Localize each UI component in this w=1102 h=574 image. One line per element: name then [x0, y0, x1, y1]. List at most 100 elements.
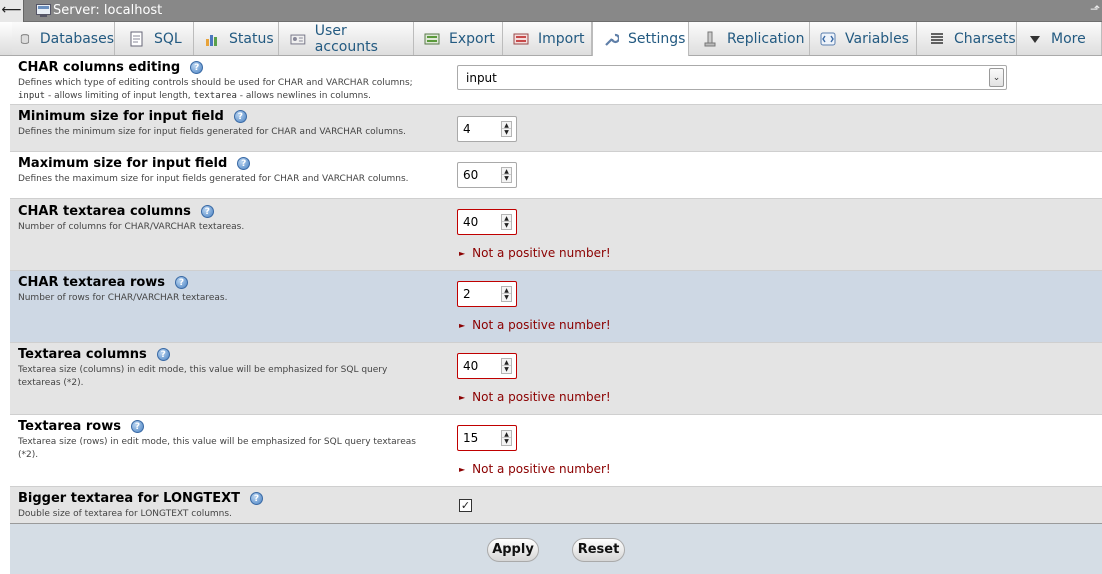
setting-row-char-editing: CHAR columns editing? Defines which type… — [10, 57, 1102, 105]
tab-label: Status — [229, 30, 274, 47]
chevron-down-icon[interactable]: ⌄ — [989, 68, 1004, 87]
spin-up-icon[interactable]: ▲ — [502, 215, 511, 222]
user-accounts-icon — [290, 34, 306, 44]
spin-down-icon[interactable]: ▼ — [502, 294, 511, 301]
tab-label: Settings — [628, 31, 686, 47]
tab-label: Charsets — [954, 30, 1016, 47]
replication-icon — [704, 31, 716, 46]
tab-label: Export — [449, 30, 495, 47]
spin-down-icon[interactable]: ▼ — [502, 175, 511, 182]
min-size-input[interactable]: 4 ▲ ▼ — [457, 116, 517, 142]
import-icon — [513, 33, 529, 44]
tab-settings[interactable]: Settings — [592, 22, 689, 56]
spin-up-icon[interactable]: ▲ — [502, 168, 511, 175]
server-title-bar: ⟵ Server: localhost ⬏ — [0, 0, 1102, 22]
textarea-rows-input[interactable]: 15 ▲ ▼ — [457, 425, 517, 451]
max-size-input[interactable]: 60 ▲ ▼ — [457, 162, 517, 188]
help-icon[interactable]: ? — [200, 205, 214, 218]
setting-row-char-textarea-columns: CHAR textarea columns? Number of columns… — [10, 199, 1102, 271]
input-value: 2 — [463, 287, 471, 301]
spin-up-icon[interactable]: ▲ — [502, 122, 511, 129]
tab-import[interactable]: Import — [503, 22, 592, 55]
char-editing-select[interactable]: input ⌄ — [457, 65, 1007, 90]
longtext-checkbox[interactable]: ✓ — [459, 499, 472, 512]
apply-button[interactable]: Apply — [487, 538, 539, 562]
setting-description: Defines which type of editing controls s… — [18, 78, 413, 101]
error-bullet-icon: ► — [459, 393, 466, 402]
char-textarea-columns-input[interactable]: 40 ▲ ▼ — [457, 209, 517, 235]
setting-description: Number of rows for CHAR/VARCHAR textarea… — [18, 293, 228, 303]
error-bullet-icon: ► — [459, 465, 466, 474]
tab-label: SQL — [154, 30, 182, 47]
setting-description: Defines the maximum size for input field… — [18, 174, 409, 184]
help-icon[interactable]: ? — [237, 157, 251, 170]
spin-down-icon[interactable]: ▼ — [502, 222, 511, 229]
setting-row-textarea-rows: Textarea rows? Textarea size (rows) in e… — [10, 415, 1102, 487]
setting-title: Bigger textarea for LONGTEXT? — [18, 491, 264, 506]
tab-user-accounts[interactable]: User accounts — [279, 22, 414, 55]
help-icon[interactable]: ? — [156, 348, 170, 361]
spin-down-icon[interactable]: ▼ — [502, 366, 511, 373]
setting-title: Textarea rows? — [18, 419, 144, 434]
tab-more[interactable]: More — [1017, 22, 1102, 55]
char-textarea-rows-input[interactable]: 2 ▲ ▼ — [457, 281, 517, 307]
variables-icon — [820, 32, 836, 45]
spin-down-icon[interactable]: ▼ — [502, 129, 511, 136]
export-icon — [424, 33, 440, 44]
spin-up-icon[interactable]: ▲ — [502, 359, 511, 366]
tab-status[interactable]: Status — [194, 22, 279, 55]
server-icon — [36, 4, 51, 17]
spin-down-icon[interactable]: ▼ — [502, 438, 511, 445]
error-bullet-icon: ► — [459, 249, 466, 258]
input-value: 40 — [463, 359, 479, 373]
validation-error: ► Not a positive number! — [459, 318, 611, 332]
spinner-arrows[interactable]: ▲ ▼ — [501, 167, 512, 183]
tab-replication[interactable]: Replication — [689, 22, 810, 55]
setting-description: Textarea size (rows) in edit mode, this … — [18, 437, 416, 460]
spinner-arrows[interactable]: ▲ ▼ — [501, 214, 512, 230]
database-icon — [20, 33, 30, 44]
tab-label: Import — [538, 30, 585, 47]
collapse-icon[interactable]: ⬏ — [1090, 2, 1100, 16]
setting-description: Number of columns for CHAR/VARCHAR texta… — [18, 222, 245, 232]
setting-title: CHAR textarea columns? — [18, 204, 214, 219]
tab-sql[interactable]: SQL — [115, 22, 194, 55]
tab-variables[interactable]: Variables — [810, 22, 917, 55]
validation-error: ► Not a positive number! — [459, 462, 611, 476]
spin-up-icon[interactable]: ▲ — [502, 431, 511, 438]
spinner-arrows[interactable]: ▲ ▼ — [501, 286, 512, 302]
tab-charsets[interactable]: Charsets — [917, 22, 1017, 55]
setting-title: CHAR columns editing? — [18, 60, 204, 75]
reset-button[interactable]: Reset — [572, 538, 625, 562]
wrench-icon — [605, 33, 619, 46]
setting-description: Textarea size (columns) in edit mode, th… — [18, 365, 388, 388]
textarea-columns-input[interactable]: 40 ▲ ▼ — [457, 353, 517, 379]
server-breadcrumb[interactable]: Server: localhost — [53, 3, 162, 18]
tab-databases[interactable]: Databases — [12, 22, 115, 55]
status-chart-icon — [206, 34, 217, 46]
setting-row-max-size: Maximum size for input field? Defines th… — [10, 152, 1102, 199]
tab-label: More — [1051, 30, 1086, 47]
help-icon[interactable]: ? — [175, 276, 189, 289]
tab-label: Replication — [727, 30, 805, 47]
setting-description: Defines the minimum size for input field… — [18, 127, 406, 137]
input-value: 60 — [463, 168, 479, 182]
input-value: 15 — [463, 431, 479, 445]
charsets-icon — [931, 32, 943, 44]
spinner-arrows[interactable]: ▲ ▼ — [501, 430, 512, 446]
help-icon[interactable]: ? — [233, 110, 247, 123]
select-value: input — [466, 71, 497, 85]
help-icon[interactable]: ? — [190, 61, 204, 74]
setting-title: Minimum size for input field? — [18, 109, 247, 124]
tab-export[interactable]: Export — [414, 22, 503, 55]
spinner-arrows[interactable]: ▲ ▼ — [501, 121, 512, 137]
help-icon[interactable]: ? — [130, 420, 144, 433]
spinner-arrows[interactable]: ▲ ▼ — [501, 358, 512, 374]
setting-row-min-size: Minimum size for input field? Defines th… — [10, 105, 1102, 152]
setting-row-textarea-columns: Textarea columns? Textarea size (columns… — [10, 343, 1102, 415]
back-arrow-icon[interactable]: ⟵ — [0, 0, 24, 22]
help-icon[interactable]: ? — [250, 492, 264, 505]
tab-label: User accounts — [314, 22, 378, 55]
spin-up-icon[interactable]: ▲ — [502, 287, 511, 294]
setting-title: CHAR textarea rows? — [18, 275, 189, 290]
